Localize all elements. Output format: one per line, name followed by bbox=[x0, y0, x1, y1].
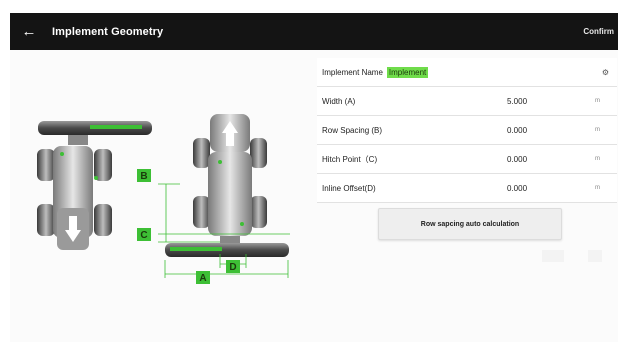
row-spacing-value[interactable]: 0.000 bbox=[507, 126, 527, 135]
confirm-button[interactable]: Confirm bbox=[583, 27, 614, 36]
implement-geometry-diagram: B C A D bbox=[37, 114, 290, 284]
left-sensor-dot bbox=[60, 152, 64, 156]
svg-text:C: C bbox=[140, 230, 147, 241]
inline-offset-unit: m bbox=[595, 185, 600, 191]
faded-control bbox=[542, 250, 564, 262]
app-header: ← Implement Geometry Confirm bbox=[10, 13, 618, 50]
svg-text:D: D bbox=[229, 262, 236, 273]
right-wheel bbox=[193, 196, 210, 228]
right-sensor-dot bbox=[240, 222, 244, 226]
svg-text:B: B bbox=[140, 171, 147, 182]
width-unit: m bbox=[595, 98, 600, 104]
inline-offset-label: Inline Offset(D) bbox=[322, 183, 376, 193]
back-button[interactable]: ← bbox=[14, 13, 44, 50]
row-spacing-unit: m bbox=[595, 127, 600, 133]
inline-offset-row[interactable]: Inline Offset(D) 0.000 m bbox=[317, 174, 617, 203]
width-value[interactable]: 5.000 bbox=[507, 97, 527, 106]
right-wheel bbox=[250, 138, 267, 168]
width-row[interactable]: Width (A) 5.000 m bbox=[317, 87, 617, 116]
implement-name-label: Implement Name bbox=[322, 67, 383, 77]
arrow-left-icon: ← bbox=[21, 23, 37, 40]
left-wheel bbox=[37, 149, 55, 181]
label-d: D bbox=[226, 260, 240, 273]
implement-name-row: Implement Name Implement ⚙ bbox=[317, 58, 617, 87]
inline-offset-value[interactable]: 0.000 bbox=[507, 184, 527, 193]
right-wheel bbox=[250, 196, 267, 228]
label-c: C bbox=[137, 228, 151, 241]
right-hitch bbox=[220, 236, 240, 244]
hitch-point-unit: m bbox=[595, 156, 600, 162]
hitch-point-label: Hitch Point（C) bbox=[322, 154, 378, 164]
label-b: B bbox=[137, 169, 151, 182]
left-hitch bbox=[68, 135, 88, 145]
hitch-point-value[interactable]: 0.000 bbox=[507, 155, 527, 164]
page-title: Implement Geometry bbox=[52, 25, 164, 38]
right-tractor-body bbox=[208, 152, 252, 236]
hitch-point-row[interactable]: Hitch Point（C) 0.000 m bbox=[317, 145, 617, 174]
right-wheel bbox=[193, 138, 210, 168]
implement-form: Implement Name Implement ⚙ Width (A) 5.0… bbox=[317, 58, 617, 203]
row-spacing-row[interactable]: Row Spacing (B) 0.000 m bbox=[317, 116, 617, 145]
left-implement-highlight bbox=[90, 125, 142, 129]
right-implement-highlight bbox=[170, 247, 222, 251]
left-wheel bbox=[37, 204, 55, 236]
right-sensor-dot bbox=[218, 160, 222, 164]
row-spacing-auto-calc-button[interactable]: Row sapcing auto calculation bbox=[378, 208, 562, 240]
svg-text:A: A bbox=[199, 273, 206, 284]
width-label: Width (A) bbox=[322, 96, 356, 106]
left-wheel bbox=[94, 204, 112, 236]
implement-name-field[interactable]: Implement bbox=[386, 66, 429, 78]
row-spacing-label: Row Spacing (B) bbox=[322, 125, 383, 135]
gear-icon[interactable]: ⚙ bbox=[602, 68, 609, 77]
faded-control bbox=[588, 250, 602, 262]
left-sensor-dot bbox=[94, 176, 98, 180]
right-tractor bbox=[165, 114, 289, 257]
label-a: A bbox=[196, 271, 210, 284]
left-tractor bbox=[37, 121, 152, 250]
